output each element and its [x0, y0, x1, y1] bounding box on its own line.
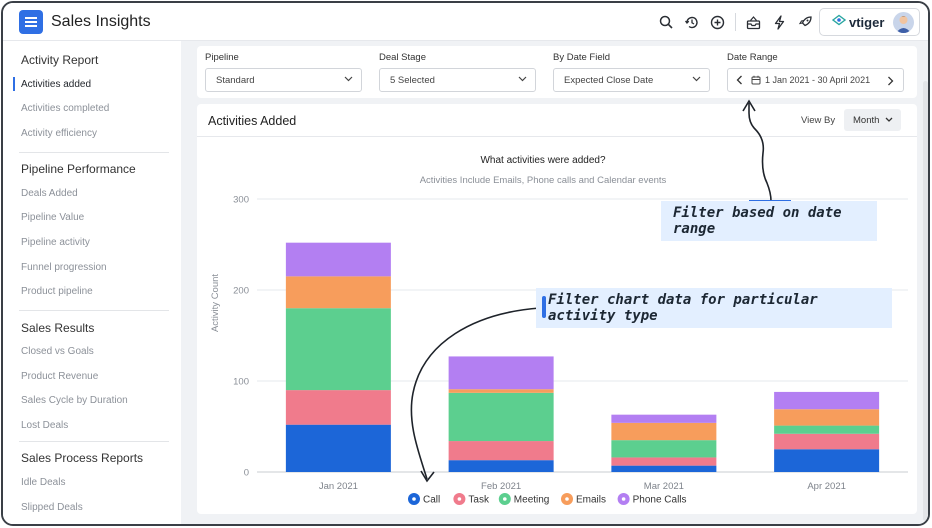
activities-chart: What activities were added? Activities In…	[210, 99, 908, 506]
date-range-callout: Filter based on date range	[661, 201, 877, 241]
bar-segment-task	[611, 457, 717, 466]
bar-segment-emails	[448, 389, 554, 393]
app-window: Sales Insights vtiger Activity Report Ac…	[1, 1, 930, 526]
bar-segment-call	[448, 460, 554, 472]
bar-segment-task	[285, 390, 391, 425]
chart-title: What activities were added?	[480, 155, 606, 166]
bar-segment-call	[611, 465, 717, 472]
x-tick-label: Apr 2021	[807, 481, 846, 492]
x-tick-label: Mar 2021	[644, 481, 684, 492]
legend-swatch-dot	[621, 497, 626, 501]
bar-segment-meeting	[285, 308, 391, 391]
legend-swatch-dot	[412, 497, 416, 501]
activity-type-callout: Filter chart data for particular activit…	[536, 288, 892, 328]
bar-segment-task	[774, 433, 880, 450]
bar-segment-task	[448, 441, 554, 461]
y-tick-label: 100	[233, 377, 249, 388]
callout-accent-bar	[542, 296, 546, 318]
bar-segment-phone-calls	[611, 414, 717, 423]
date-range-arrow	[748, 103, 772, 202]
legend-swatch-dot	[503, 497, 507, 501]
legend-swatch-dot	[565, 497, 569, 501]
legend-label: Emails	[576, 495, 606, 506]
chart-subtitle: Activities Include Emails, Phone calls a…	[420, 175, 667, 186]
bar-segment-call	[774, 449, 880, 472]
y-tick-label: 0	[244, 468, 249, 479]
bar-segment-emails	[774, 409, 880, 426]
bar-segment-meeting	[774, 425, 880, 434]
legend-label: Task	[468, 495, 490, 506]
legend-label: Phone Calls	[633, 495, 687, 506]
legend-swatch-dot	[457, 497, 462, 501]
bar-segment-phone-calls	[774, 391, 880, 410]
date-range-callout-text: Filter based on date range	[673, 205, 842, 237]
bar-segment-phone-calls	[448, 356, 554, 390]
activity-type-callout-text: Filter chart data for particular activit…	[548, 292, 818, 324]
bar-segment-phone-calls	[285, 242, 391, 277]
x-tick-label: Feb 2021	[481, 481, 521, 492]
bar-segment-emails	[611, 422, 717, 441]
bar-segment-emails	[285, 276, 391, 309]
bar-segment-call	[285, 424, 391, 472]
x-tick-label: Jan 2021	[319, 481, 358, 492]
bar-segment-meeting	[448, 392, 554, 442]
y-tick-label: 300	[233, 195, 249, 206]
legend-label: Meeting	[514, 495, 550, 506]
y-tick-label: 200	[233, 286, 249, 297]
bar-segment-meeting	[611, 440, 717, 458]
y-axis-label: Activity Count	[210, 274, 221, 332]
legend-label: Call	[423, 495, 440, 506]
